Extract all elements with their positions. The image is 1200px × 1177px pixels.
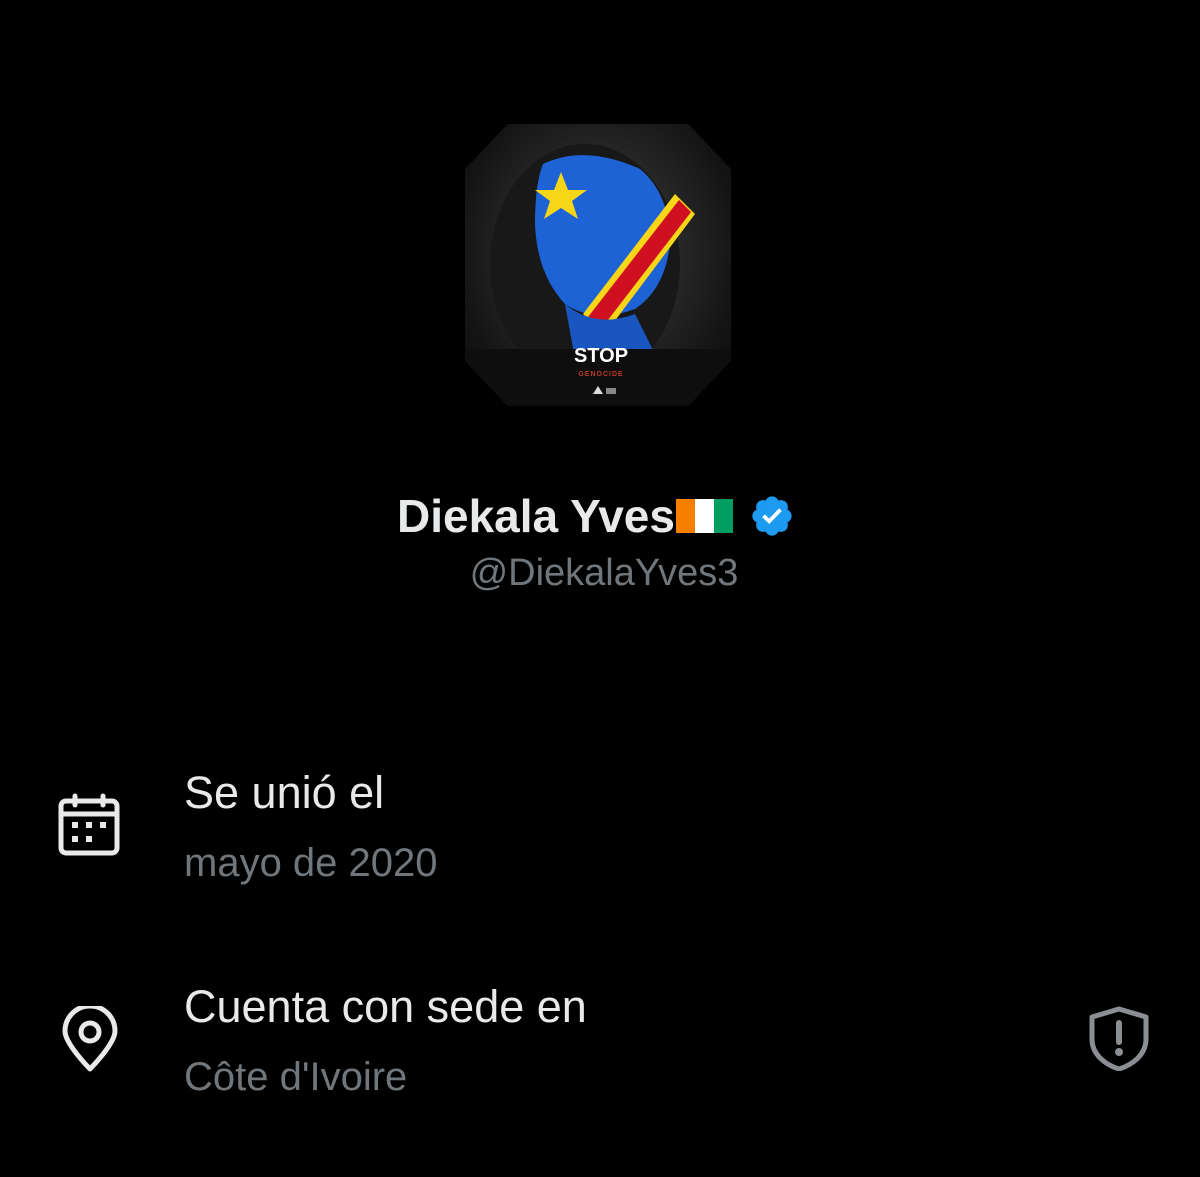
joined-title: Se unió el: [184, 767, 385, 818]
shield-alert-icon[interactable]: [1086, 1005, 1152, 1071]
display-name-row: Diekala Yves: [0, 488, 1200, 544]
display-name: Diekala Yves: [397, 490, 675, 542]
location-pin-icon: [62, 1006, 118, 1072]
avatar-caption-sub: GENOCIDE: [578, 371, 623, 378]
profile-avatar[interactable]: STOP GENOCIDE: [465, 124, 731, 406]
avatar-caption-main: STOP: [574, 345, 628, 367]
location-title: Cuenta con sede en: [184, 981, 587, 1032]
profile-handle: @DiekalaYves3: [469, 552, 739, 594]
calendar-icon: [58, 793, 120, 856]
cote-divoire-flag-icon: [675, 499, 733, 533]
location-value: Côte d'Ivoire: [184, 1055, 408, 1099]
verified-badge-icon[interactable]: [749, 493, 795, 539]
joined-date: mayo de 2020: [184, 841, 438, 885]
